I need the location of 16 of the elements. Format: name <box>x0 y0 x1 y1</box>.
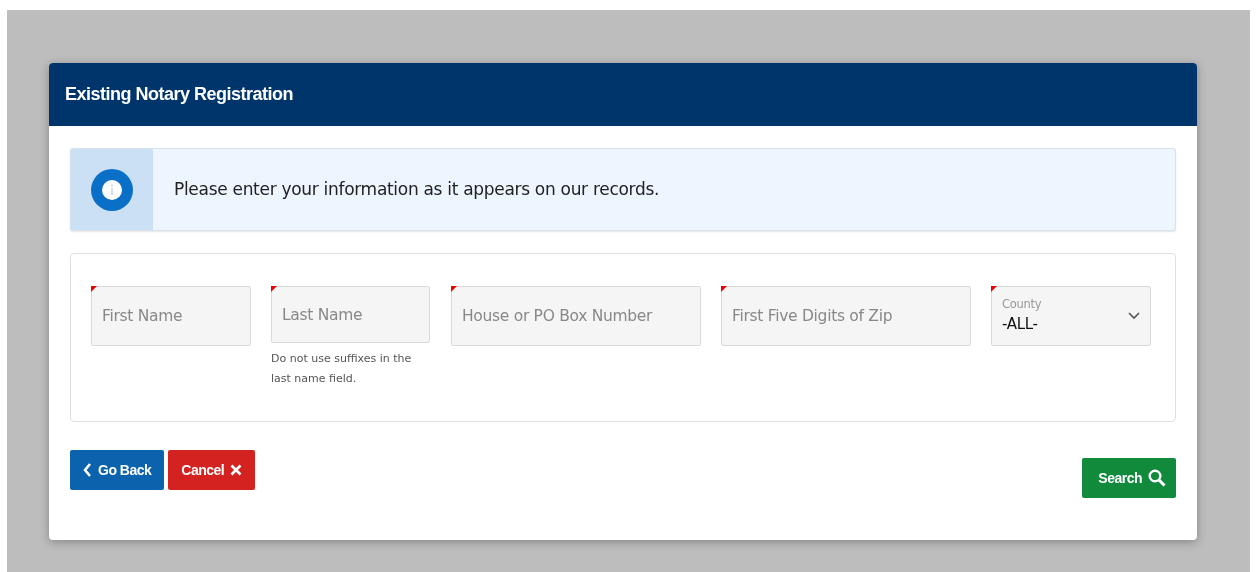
input-field[interactable]: House or PO Box Number <box>452 287 700 345</box>
close-icon <box>230 464 243 476</box>
input-field[interactable]: First Name <box>92 287 250 345</box>
search-button[interactable]: Search <box>1082 458 1176 498</box>
info-icon <box>91 168 133 211</box>
info-message: Please enter your information as it appears on our records. <box>173 177 660 201</box>
county-select[interactable]: County -ALL- <box>991 286 1151 346</box>
card-title: Existing Notary Registration <box>65 83 294 106</box>
input-field[interactable]: Last Name <box>272 287 429 342</box>
help-text: Do not use suffixes in the last name field. <box>271 351 413 387</box>
chevron-left-icon <box>83 463 92 477</box>
back-button[interactable]: Go Back <box>70 450 165 490</box>
input-field[interactable]: First Five Digits of Zip <box>722 287 970 345</box>
chevron-down-icon <box>1128 312 1140 320</box>
cancel-button[interactable]: Cancel <box>168 450 256 490</box>
search-icon <box>1148 469 1166 487</box>
